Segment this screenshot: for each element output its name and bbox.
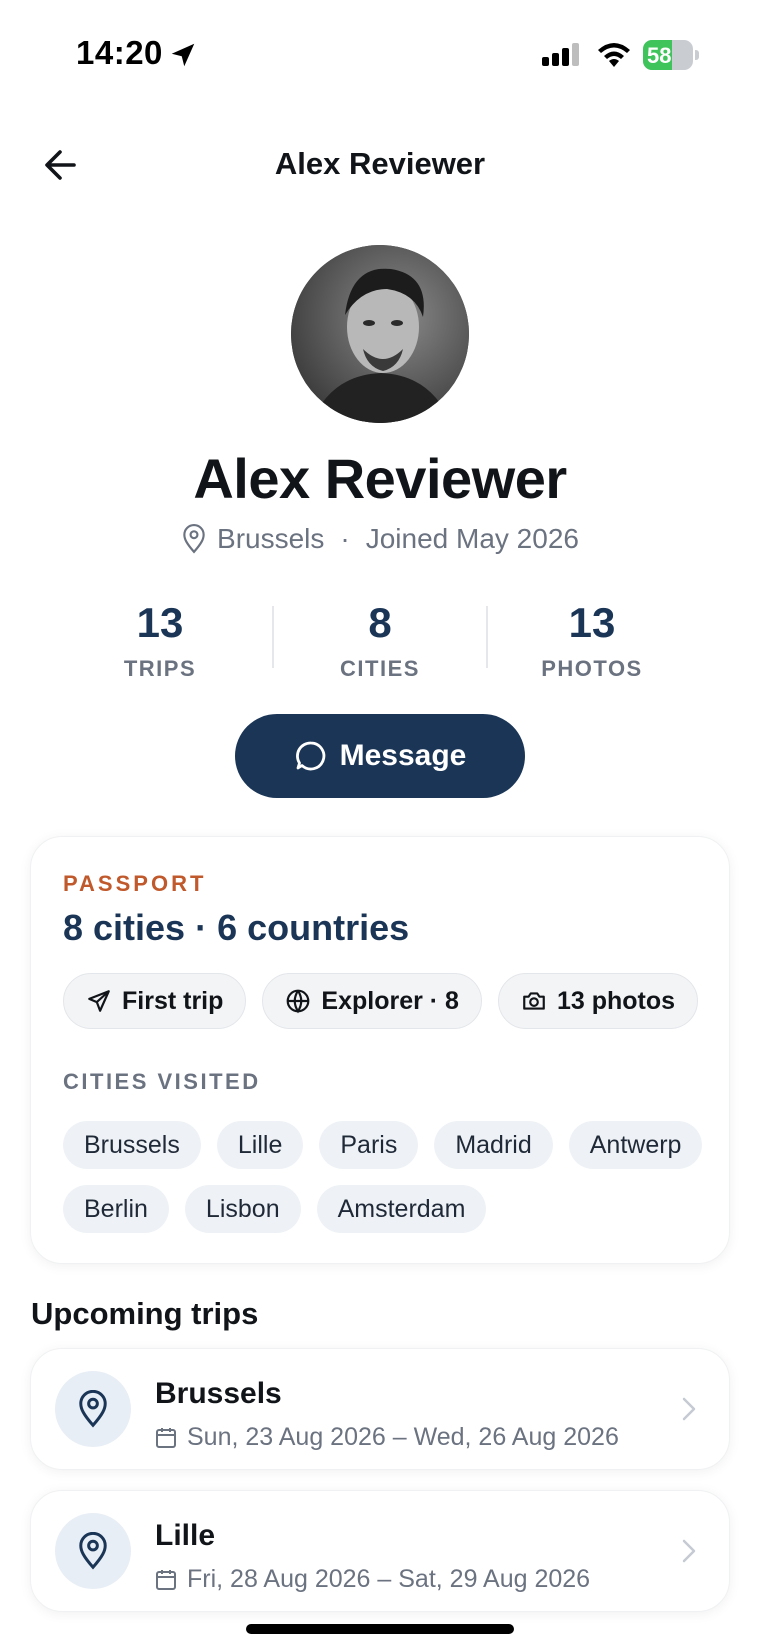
camera-icon bbox=[523, 992, 545, 1010]
signal-icon bbox=[542, 43, 579, 66]
badge-row: First trip Explorer · 8 13 photos bbox=[63, 973, 699, 1029]
stat-trips: 13 TRIPS bbox=[60, 598, 260, 682]
city-chip[interactable]: Brussels bbox=[63, 1121, 201, 1169]
profile-joined: Joined May 2026 bbox=[365, 523, 579, 554]
chevron-right-icon bbox=[682, 1539, 696, 1563]
avatar-photo bbox=[291, 245, 469, 423]
trip-icon-circle bbox=[55, 1513, 131, 1589]
trip-icon-circle bbox=[55, 1371, 131, 1447]
map-pin-icon bbox=[79, 1532, 107, 1570]
badge-label: Explorer · 8 bbox=[321, 986, 459, 1015]
profile-stats: 13 TRIPS 8 CITIES 13 PHOTOS bbox=[60, 598, 700, 681]
city-chip[interactable]: Berlin bbox=[63, 1185, 169, 1233]
trip-date-range: Sun, 23 Aug 2026 – Wed, 26 Aug 2026 bbox=[187, 1423, 619, 1451]
cities-visited-label: CITIES VISITED bbox=[63, 1069, 261, 1094]
profile-name: Alex Reviewer bbox=[193, 447, 567, 510]
message-button-label: Message bbox=[339, 739, 467, 772]
status-bar: 14:20 58 bbox=[0, 0, 760, 110]
passport-label: PASSPORT bbox=[63, 871, 207, 896]
battery-percent: 58 bbox=[647, 43, 672, 68]
chat-bubble-icon bbox=[295, 741, 325, 771]
trip-card[interactable]: Brussels Sun, 23 Aug 2026 – Wed, 26 Aug … bbox=[30, 1348, 730, 1470]
airplane-icon bbox=[88, 990, 110, 1012]
trip-card[interactable]: Lille Fri, 28 Aug 2026 – Sat, 29 Aug 202… bbox=[30, 1490, 730, 1612]
stat-label: PHOTOS bbox=[541, 656, 643, 681]
globe-icon bbox=[287, 989, 310, 1014]
stat-label: TRIPS bbox=[123, 656, 197, 681]
badge-first-trip[interactable]: First trip bbox=[63, 973, 247, 1029]
location-arrow-icon bbox=[171, 43, 195, 67]
stat-value: 8 bbox=[368, 599, 392, 646]
stat-cities: 8 CITIES bbox=[280, 598, 480, 682]
meta-separator: · bbox=[340, 523, 350, 554]
stat-divider bbox=[486, 606, 488, 668]
trip-city: Lille bbox=[155, 1519, 216, 1552]
badge-photos[interactable]: 13 photos bbox=[497, 973, 699, 1029]
message-button[interactable]: Message bbox=[235, 714, 525, 798]
city-chip[interactable]: Amsterdam bbox=[316, 1185, 487, 1233]
map-pin-icon bbox=[183, 524, 205, 554]
city-chip[interactable]: Paris bbox=[319, 1121, 419, 1169]
passport-card: PASSPORT 8 cities · 6 countries First tr… bbox=[30, 836, 730, 1264]
battery-icon: 58 bbox=[643, 40, 699, 70]
trip-date-range: Fri, 28 Aug 2026 – Sat, 29 Aug 2026 bbox=[187, 1565, 591, 1593]
arrow-left-icon bbox=[45, 150, 76, 180]
stat-value: 13 bbox=[136, 599, 184, 646]
upcoming-trips-title: Upcoming trips bbox=[31, 1296, 259, 1331]
trip-dates: Fri, 28 Aug 2026 – Sat, 29 Aug 2026 bbox=[155, 1565, 590, 1594]
wifi-icon bbox=[598, 43, 630, 67]
profile-meta: Brussels · Joined May 2026 bbox=[0, 523, 760, 555]
city-chip[interactable]: Lisbon bbox=[184, 1185, 301, 1233]
trip-dates: Sun, 23 Aug 2026 – Wed, 26 Aug 2026 bbox=[155, 1423, 619, 1452]
profile-screen: 14:20 58 Alex Reviewer Alex Reviewer Bru… bbox=[0, 0, 760, 1648]
status-time: 14:20 bbox=[76, 34, 163, 71]
city-chip[interactable]: Madrid bbox=[434, 1121, 553, 1169]
avatar bbox=[291, 245, 469, 423]
chevron-right-icon bbox=[682, 1397, 696, 1421]
stat-divider bbox=[272, 606, 274, 668]
home-indicator bbox=[246, 1624, 514, 1634]
stat-value: 13 bbox=[568, 599, 616, 646]
trip-city: Brussels bbox=[155, 1377, 282, 1410]
nav-title: Alex Reviewer bbox=[274, 146, 486, 181]
badge-label: 13 photos bbox=[556, 986, 676, 1015]
passport-summary: 8 cities · 6 countries bbox=[63, 907, 410, 948]
city-chip-list: Brussels Lille Paris Madrid Antwerp Berl… bbox=[63, 1121, 703, 1233]
stat-photos: 13 PHOTOS bbox=[492, 598, 692, 682]
city-chip[interactable]: Antwerp bbox=[568, 1121, 703, 1169]
back-button[interactable] bbox=[40, 143, 84, 187]
profile-location: Brussels bbox=[217, 523, 325, 554]
stat-label: CITIES bbox=[340, 656, 420, 681]
calendar-icon bbox=[156, 1569, 176, 1590]
badge-explorer[interactable]: Explorer · 8 bbox=[262, 973, 482, 1029]
calendar-icon bbox=[156, 1427, 176, 1448]
city-chip[interactable]: Lille bbox=[216, 1121, 304, 1169]
badge-label: First trip bbox=[122, 986, 224, 1015]
map-pin-icon bbox=[79, 1390, 107, 1428]
